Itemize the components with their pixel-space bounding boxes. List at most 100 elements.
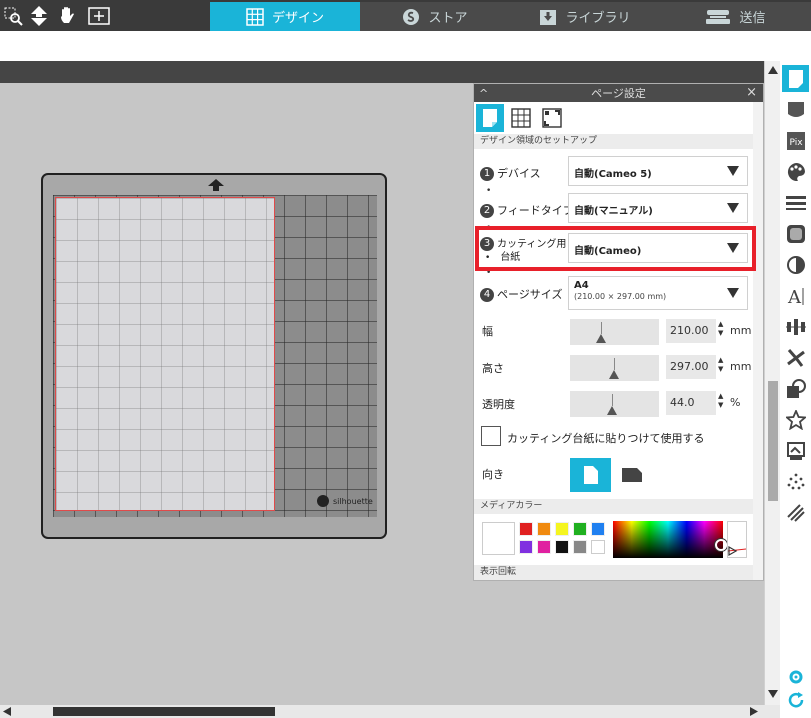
swatch-pink[interactable] <box>537 540 551 554</box>
cutting-mat[interactable]: silhouette <box>41 173 387 539</box>
landscape-page-icon <box>621 468 642 482</box>
tab-design-label: デザイン <box>271 11 324 26</box>
grid-icon <box>511 108 531 128</box>
panel-close-button[interactable]: × <box>746 85 757 100</box>
align-icon[interactable] <box>782 313 809 340</box>
refresh-icon[interactable] <box>782 686 809 713</box>
tab-library[interactable]: ライブラリ <box>510 2 660 31</box>
swatch-gray[interactable] <box>573 540 587 554</box>
feed-type-label: 2 フィードタイプ <box>480 202 574 218</box>
feed-type-dropdown[interactable]: 自動(マニュアル) <box>568 193 748 223</box>
horizontal-scroll-thumb[interactable] <box>53 707 275 716</box>
slider-handle-icon[interactable] <box>607 406 617 415</box>
registration-marks-icon <box>542 108 562 128</box>
fill-icon[interactable] <box>782 158 809 185</box>
silhouette-logo-icon <box>317 495 329 507</box>
transform-icon[interactable] <box>782 437 809 464</box>
tab-send[interactable]: 送信 <box>660 2 811 31</box>
brightness-slider[interactable] <box>727 521 747 558</box>
replicate-icon[interactable] <box>782 344 809 371</box>
page-size-dropdown[interactable]: A4 (210.00 × 297.00 mm) <box>568 276 748 310</box>
modify-icon[interactable] <box>782 375 809 402</box>
swatch-red[interactable] <box>519 522 533 536</box>
zoom-select-icon[interactable] <box>2 5 24 27</box>
right-sidebar: Pix A <box>780 61 811 718</box>
panel-scrollbar[interactable] <box>753 102 763 580</box>
swatch-green[interactable] <box>573 522 587 536</box>
section-view-rotate: 表示回転 <box>474 565 753 580</box>
panel-title: ページ設定 <box>591 87 646 100</box>
swatch-blue[interactable] <box>591 522 605 536</box>
page-setup-icon[interactable] <box>782 65 809 92</box>
sketch-icon[interactable] <box>782 468 809 495</box>
current-media-color[interactable] <box>482 522 515 555</box>
design-page[interactable] <box>55 197 275 511</box>
height-label: 高さ <box>482 362 504 375</box>
swatch-purple[interactable] <box>519 540 533 554</box>
pan-hand-icon[interactable] <box>56 5 78 27</box>
scroll-up-icon[interactable] <box>768 65 778 75</box>
width-slider[interactable] <box>570 319 659 345</box>
send-icon <box>705 9 731 25</box>
library-star-icon[interactable] <box>782 406 809 433</box>
orientation-label: 向き <box>482 468 504 481</box>
height-stepper[interactable]: ▲ ▼ <box>718 356 726 374</box>
tab-page-setup[interactable] <box>476 104 504 132</box>
page-size-label: 4 ページサイズ <box>480 286 562 302</box>
tab-registration-marks[interactable] <box>538 104 566 132</box>
tab-design[interactable]: デザイン <box>210 2 360 31</box>
width-input[interactable]: 210.00 <box>666 319 716 343</box>
chevron-down-icon <box>727 166 739 176</box>
opacity-stepper[interactable]: ▲ ▼ <box>718 392 726 410</box>
stipple-icon[interactable] <box>782 499 809 526</box>
scroll-left-icon[interactable] <box>3 707 11 716</box>
move-icon[interactable] <box>28 5 50 27</box>
opacity-slider[interactable] <box>570 391 659 417</box>
width-unit: mm <box>730 324 752 337</box>
feed-direction-arrow-icon <box>208 179 224 194</box>
cut-settings-icon[interactable] <box>782 96 809 123</box>
device-dropdown[interactable]: 自動(Cameo 5) <box>568 156 748 186</box>
tab-grid-setup[interactable] <box>507 104 535 132</box>
swatch-white[interactable] <box>591 540 605 554</box>
stick-to-mat-checkbox[interactable] <box>481 426 501 446</box>
scroll-right-icon[interactable] <box>750 707 758 716</box>
landscape-button[interactable] <box>611 458 652 492</box>
height-unit: mm <box>730 360 752 373</box>
vertical-scroll-thumb[interactable] <box>768 381 778 501</box>
pixscan-icon[interactable]: Pix <box>782 127 809 154</box>
line-style-icon[interactable] <box>782 189 809 216</box>
opacity-input[interactable]: 44.0 <box>666 391 716 415</box>
scrollbar-corner <box>764 705 780 718</box>
panel-header: ^ ページ設定 × <box>474 84 763 102</box>
secondary-toolbar <box>0 31 811 61</box>
text-icon[interactable]: A <box>782 282 809 309</box>
panel-collapse-button[interactable]: ^ <box>479 87 488 100</box>
scroll-down-icon[interactable] <box>768 689 778 699</box>
canvas-header <box>0 61 764 83</box>
swatch-yellow[interactable] <box>555 522 569 536</box>
vertical-scrollbar[interactable] <box>764 61 780 705</box>
fit-page-icon[interactable] <box>88 5 110 27</box>
offset-icon[interactable] <box>782 220 809 247</box>
slider-handle-icon[interactable] <box>609 370 619 379</box>
section-media-color: メディアカラー <box>474 499 753 514</box>
swatch-orange[interactable] <box>537 522 551 536</box>
feed-type-row: 2 フィードタイプ 自動(マニュアル) <box>480 193 750 225</box>
grid-icon <box>246 7 264 26</box>
color-spectrum-picker[interactable] <box>613 521 727 558</box>
chevron-down-icon <box>727 288 739 298</box>
swatch-black[interactable] <box>555 540 569 554</box>
trace-icon[interactable] <box>782 251 809 278</box>
height-input[interactable]: 297.00 <box>666 355 716 379</box>
panel-tabs <box>476 104 569 132</box>
page-setup-panel: ^ ページ設定 × デザイン領域のセットアップ 1 デバイス 自動(Cameo 5… <box>473 83 764 581</box>
horizontal-scrollbar[interactable] <box>0 705 764 718</box>
portrait-page-icon <box>583 466 598 484</box>
slider-handle-icon[interactable] <box>596 334 606 343</box>
color-picker-handle[interactable] <box>715 539 727 551</box>
height-slider[interactable] <box>570 355 659 381</box>
width-stepper[interactable]: ▲ ▼ <box>718 320 726 338</box>
portrait-button[interactable] <box>570 458 611 492</box>
tab-store[interactable]: ストア <box>360 2 510 31</box>
